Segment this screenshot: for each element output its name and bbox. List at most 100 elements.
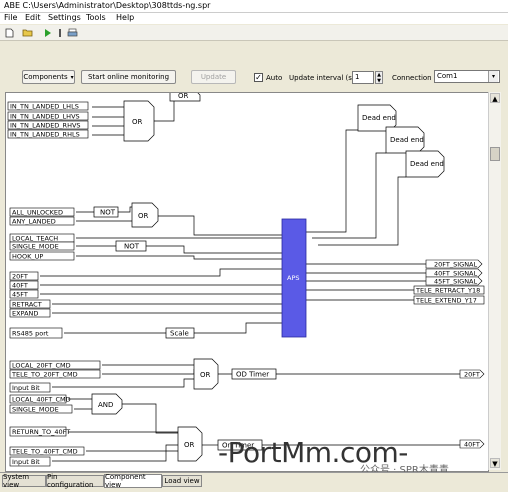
components-button[interactable]: Components ▾ [22, 70, 75, 84]
tab-system-view[interactable]: System view [2, 473, 46, 489]
input-hook-up[interactable]: HOOK_UP [12, 253, 43, 261]
scroll-thumb[interactable] [490, 147, 500, 161]
aps-block[interactable]: APS [281, 218, 307, 338]
output-45ft-signal[interactable]: 45FT_SIGNAL [434, 278, 478, 286]
new-file-icon[interactable] [4, 27, 15, 38]
auto-label: Auto [266, 74, 283, 82]
stop-icon[interactable] [55, 27, 66, 38]
dropdown-arrow-icon: ▾ [70, 73, 74, 81]
or-gate-bottom-2-label: OR [184, 441, 195, 449]
interval-label: Update interval (s) : [289, 74, 360, 82]
dead-end-2-label: Dead end [390, 136, 424, 144]
and-gate[interactable]: AND [91, 393, 123, 415]
vertical-scrollbar[interactable]: ▲ ▼ [488, 92, 501, 470]
scroll-down-icon[interactable]: ▼ [490, 458, 500, 468]
or-gate-bottom-1-label: OR [200, 371, 211, 379]
input-20ft[interactable]: 20FT [12, 273, 28, 281]
od-timer-block[interactable]: OD Timer [231, 368, 277, 380]
output-40ft-label: 40FT [464, 441, 480, 449]
input-tele-to-20ft-cmd[interactable]: TELE_TO_20FT_CMD [11, 371, 78, 379]
input-single-mode[interactable]: SINGLE_MODE [12, 243, 59, 251]
menu-bar: File Edit Settings Tools Help [0, 13, 508, 24]
tab-pin-configuration[interactable]: Pin configuration [46, 473, 104, 489]
output-tele-extend[interactable]: TELE_EXTEND_Y17 [415, 297, 477, 305]
input-40ft[interactable]: 40FT [12, 282, 28, 290]
input-rs485-port[interactable]: RS485 port [12, 330, 49, 338]
control-bar: Components ▾ Start online monitoring Upd… [0, 64, 508, 90]
start-monitoring-button[interactable]: Start online monitoring [81, 70, 176, 84]
input-tn-landed-rhls[interactable]: IN_TN_LANDED_RHLS [10, 131, 80, 139]
open-folder-icon[interactable] [22, 27, 33, 38]
input-tele-to-40ft-cmd[interactable]: TELE_TO_40FT_CMD [11, 448, 78, 456]
mid-inputs: ALL_UNLOCKED ANY_LANDED LOCAL_TEACH SING… [9, 207, 75, 339]
or-gate-top2[interactable]: OR [169, 93, 201, 102]
input-45ft[interactable]: 45FT [12, 291, 28, 299]
not-gate-2-label: NOT [124, 243, 140, 251]
or-gate-mid[interactable]: OR [131, 202, 159, 228]
auto-checkbox[interactable]: ✓ [254, 73, 263, 82]
window-title: ABE C:\Users\Administrator\Desktop\308tt… [4, 1, 211, 10]
interval-input[interactable]: 1 [352, 71, 374, 84]
input-any-landed[interactable]: ANY_LANDED [12, 218, 56, 226]
input-expand[interactable]: EXPAND [12, 310, 38, 318]
run-icon[interactable] [42, 27, 53, 38]
output-20ft-signal[interactable]: 20FT_SIGNAL [434, 261, 478, 269]
input-local-20ft-cmd[interactable]: LOCAL_20FT_CMD [12, 362, 71, 370]
od-timer-label: OD Timer [236, 371, 269, 379]
or-gate-top-label: OR [132, 118, 143, 126]
tab-load-view[interactable]: Load view [162, 475, 202, 487]
input-all-unlocked[interactable]: ALL_UNLOCKED [12, 209, 63, 217]
input-tn-landed-rhvs[interactable]: IN_TN_LANDED_RHVS [10, 122, 81, 130]
not-gate-2[interactable]: NOT [115, 240, 147, 252]
scale-block[interactable]: Scale [165, 327, 195, 339]
bottom-inputs: LOCAL_20FT_CMD TELE_TO_20FT_CMD Input Bi… [9, 360, 101, 467]
diagram-canvas[interactable]: IN_TN_LANDED_LHLS IN_TN_LANDED_LHVS IN_T… [5, 92, 489, 472]
or-gate-top[interactable]: OR [123, 100, 155, 142]
output-20ft[interactable]: 20FT [459, 369, 485, 379]
input-local-40ft-cmd[interactable]: LOCAL_40FT_CMD [12, 396, 71, 404]
toolbar [0, 25, 508, 41]
output-40ft[interactable]: 40FT [459, 439, 485, 449]
menu-edit[interactable]: Edit [25, 13, 41, 22]
dead-end-2[interactable]: Dead end [385, 126, 425, 154]
output-40ft-signal[interactable]: 40FT_SIGNAL [434, 270, 478, 278]
not-gate-1[interactable]: NOT [93, 206, 119, 218]
input-bit-1[interactable]: Input Bit [12, 384, 40, 392]
input-bit-2[interactable]: Input Bit [12, 458, 40, 466]
and-gate-label: AND [98, 401, 113, 409]
menu-settings[interactable]: Settings [48, 13, 81, 22]
input-tn-landed-lhls[interactable]: IN_TN_LANDED_LHLS [10, 103, 79, 111]
connection-select[interactable]: Com1 ▾ [434, 70, 500, 83]
output-tele-retract[interactable]: TELE_RETRACT_Y18 [415, 287, 480, 295]
scroll-up-icon[interactable]: ▲ [490, 93, 500, 103]
or-gate-bottom-1[interactable]: OR [193, 358, 219, 390]
dropdown-arrow-icon: ▾ [488, 71, 498, 82]
menu-tools[interactable]: Tools [86, 13, 106, 22]
input-single-mode-2[interactable]: SINGLE_MODE [12, 406, 59, 414]
input-return-to-40ft[interactable]: RETURN_TO_40FT [12, 428, 70, 436]
connection-value: Com1 [437, 72, 458, 80]
connection-label: Connection : [392, 74, 437, 82]
tab-component-view[interactable]: Component view [104, 473, 162, 489]
not-gate-1-label: NOT [100, 209, 116, 217]
dead-end-1-label: Dead end [362, 114, 396, 122]
dead-end-3[interactable]: Dead end [405, 150, 445, 178]
components-button-label: Components [23, 73, 68, 81]
or-gate-bottom-2[interactable]: OR [177, 426, 203, 462]
menu-file[interactable]: File [4, 13, 17, 22]
input-tn-landed-lhvs[interactable]: IN_TN_LANDED_LHVS [10, 113, 80, 121]
input-retract[interactable]: RETRACT [12, 301, 42, 309]
or-gate-mid-label: OR [138, 212, 149, 220]
block-diagram: IN_TN_LANDED_LHLS IN_TN_LANDED_LHVS IN_T… [7, 93, 485, 467]
scale-block-label: Scale [170, 330, 189, 338]
output-20ft-label: 20FT [464, 371, 480, 379]
print-icon[interactable] [67, 27, 78, 38]
input-local-teach[interactable]: LOCAL_TEACH [12, 235, 58, 243]
menu-help[interactable]: Help [116, 13, 134, 22]
bottom-tabs: System view Pin configuration Component … [0, 472, 508, 492]
title-bar: ABE C:\Users\Administrator\Desktop\308tt… [0, 0, 508, 13]
update-button[interactable]: Update [191, 70, 236, 84]
dead-end-3-label: Dead end [410, 160, 444, 168]
aps-block-label: APS [287, 274, 300, 282]
interval-spinner[interactable]: ▲ ▼ [375, 71, 383, 84]
